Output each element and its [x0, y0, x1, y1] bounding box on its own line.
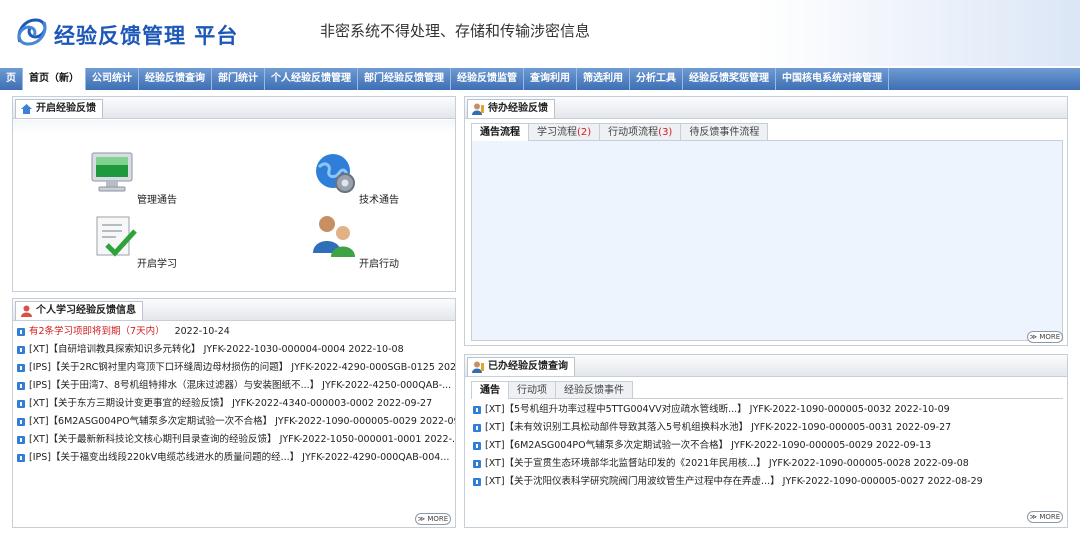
monitor-icon[interactable] — [89, 151, 135, 195]
list-item[interactable]: [XT]【关于东方三期设计变更事宜的经验反馈】 JYFK-2022-4340-0… — [15, 395, 455, 413]
user-pen-icon — [472, 103, 484, 115]
list-item[interactable]: [IPS]【关于田湾7、8号机组特排水（混床过滤器）与安装图纸不...】 JYF… — [15, 377, 455, 395]
app-header: 经验反馈管理 平台 非密系统不得处理、存储和传输涉密信息 — [0, 0, 1080, 66]
nav-item-9[interactable]: 筛选利用 — [577, 68, 630, 90]
doc-icon — [17, 346, 25, 354]
nav-item-10[interactable]: 分析工具 — [630, 68, 683, 90]
tech-notice-label[interactable]: 技术通告 — [359, 191, 399, 206]
tab-pending-0[interactable]: 通告流程 — [471, 123, 529, 141]
tab-done-2[interactable]: 经验反馈事件 — [555, 381, 633, 398]
doc-icon — [17, 436, 25, 444]
pending-content — [471, 141, 1063, 341]
doc-icon — [17, 364, 25, 372]
nav-item-11[interactable]: 经验反馈奖惩管理 — [683, 68, 776, 90]
list-item[interactable]: [IPS]【关于2RC钢衬里内弯顶下口环缝周边母材损伤的问题】 JYFK-202… — [15, 359, 455, 377]
done-tabs: 通告 行动项 经验反馈事件 — [471, 381, 1063, 399]
more-button-done[interactable]: ≫ MORE — [1027, 511, 1063, 523]
doc-icon — [473, 406, 481, 414]
logo-icon — [17, 18, 47, 46]
brand-title: 经验反馈管理 平台 — [54, 24, 239, 48]
personal-learning-list: 有2条学习项即将到期（7天内） 2022-10-24 [XT]【自研培训教具探索知… — [15, 323, 455, 467]
doc-icon — [473, 424, 481, 432]
list-item[interactable]: [XT]【关于宣贯生态环境部华北监督站印发的《2021年民用核...】 JYFK… — [471, 455, 1061, 473]
list-item[interactable]: [XT]【6M2ASG004PO气辅泵多次定期试验一次不合格】 JYFK-202… — [471, 437, 1061, 455]
list-item[interactable]: [XT]【关于最新新科技论文核心期刊目录查询的经验反馈】 JYFK-2022-1… — [15, 431, 455, 449]
tab-pending-2[interactable]: 行动项流程(3) — [599, 123, 682, 140]
tab-pending-1[interactable]: 学习流程(2) — [528, 123, 601, 140]
doc-icon — [17, 382, 25, 390]
doc-icon — [473, 460, 481, 468]
nav-item-7[interactable]: 经验反馈监管 — [451, 68, 524, 90]
panel-title-personal: 个人学习经验反馈信息 — [15, 301, 143, 320]
pending-tabs: 通告流程 学习流程(2) 行动项流程(3) 待反馈事件流程 — [471, 123, 1063, 141]
doc-icon — [17, 418, 25, 426]
globe-gear-icon[interactable] — [311, 151, 359, 197]
panel-title-open: 开启经验反馈 — [15, 99, 103, 118]
tab-done-0[interactable]: 通告 — [471, 381, 509, 399]
user-pen-icon — [472, 361, 484, 373]
more-button-pending[interactable]: ≫ MORE — [1027, 331, 1063, 343]
nav-item-12[interactable]: 中国核电系统对接管理 — [776, 68, 889, 90]
list-item[interactable]: [XT]【5号机组升功率过程中5TTG004VV对应疏水管线断...】 JYFK… — [471, 401, 1061, 419]
open-feedback-panel: 开启经验反馈 管理通告 技术通告 开启学习 开启行动 — [12, 96, 456, 292]
nav-item-5[interactable]: 个人经验反馈管理 — [265, 68, 358, 90]
user-icon — [21, 305, 32, 317]
nav-item-3[interactable]: 经验反馈查询 — [139, 68, 212, 90]
security-notice: 非密系统不得处理、存储和传输涉密信息 — [320, 22, 591, 40]
pending-feedback-panel: 待办经验反馈 通告流程 学习流程(2) 行动项流程(3) 待反馈事件流程 ≫ MORE — [464, 96, 1068, 346]
people-icon[interactable] — [311, 213, 359, 259]
list-item[interactable]: [XT]【自研培训教具探索知识多元转化】 JYFK-2022-1030-0000… — [15, 341, 455, 359]
nav-item-8[interactable]: 查询利用 — [524, 68, 577, 90]
panel-title-done: 已办经验反馈查询 — [467, 357, 575, 376]
list-item[interactable]: [XT]【6M2ASG004PO气辅泵多次定期试验一次不合格】 JYFK-202… — [15, 413, 455, 431]
done-feedback-panel: 已办经验反馈查询 通告 行动项 经验反馈事件 [XT]【5号机组升功率过程中5TTG… — [464, 354, 1068, 528]
personal-learning-panel: 个人学习经验反馈信息 有2条学习项即将到期（7天内） 2022-10-24 [XT… — [12, 298, 456, 528]
doc-icon — [473, 478, 481, 486]
document-check-icon[interactable] — [93, 215, 137, 259]
done-list: [XT]【5号机组升功率过程中5TTG004VV对应疏水管线断...】 JYFK… — [471, 401, 1061, 491]
list-item[interactable]: [XT]【关于沈阳仪表科学研究院阀门用波纹管生产过程中存在弄虚...】 JYFK… — [471, 473, 1061, 491]
start-action-label[interactable]: 开启行动 — [359, 255, 399, 270]
nav-item-4[interactable]: 部门统计 — [212, 68, 265, 90]
doc-icon — [17, 328, 25, 336]
list-item[interactable]: [IPS]【关于福变出线段220kV电缆芯线进水的质量问题的经...】 JYFK… — [15, 449, 455, 467]
nav-item-6[interactable]: 部门经验反馈管理 — [358, 68, 451, 90]
admin-notice-label[interactable]: 管理通告 — [137, 191, 177, 206]
tab-pending-3[interactable]: 待反馈事件流程 — [680, 123, 769, 140]
list-item[interactable]: [XT]【未有效识别工具松动部件导致其落入5号机组换料水池】 JYFK-2022… — [471, 419, 1061, 437]
doc-icon — [473, 442, 481, 450]
start-learning-label[interactable]: 开启学习 — [137, 255, 177, 270]
tab-done-1[interactable]: 行动项 — [508, 381, 556, 398]
nav-item-1[interactable]: 首页（新） — [23, 68, 86, 90]
more-button-personal[interactable]: ≫ MORE — [415, 513, 451, 525]
house-icon — [21, 104, 32, 114]
nav-item-0[interactable]: 页 — [0, 68, 23, 90]
expiring-alert[interactable]: 有2条学习项即将到期（7天内） 2022-10-24 — [15, 323, 455, 341]
doc-icon — [17, 400, 25, 408]
main-nav: 页首页（新） 公司统计 经验反馈查询 部门统计 个人经验反馈管理 部门经验反馈管理 经验反馈… — [0, 68, 1080, 90]
panel-title-pending: 待办经验反馈 — [467, 99, 555, 118]
nav-item-2[interactable]: 公司统计 — [86, 68, 139, 90]
doc-icon — [17, 454, 25, 462]
